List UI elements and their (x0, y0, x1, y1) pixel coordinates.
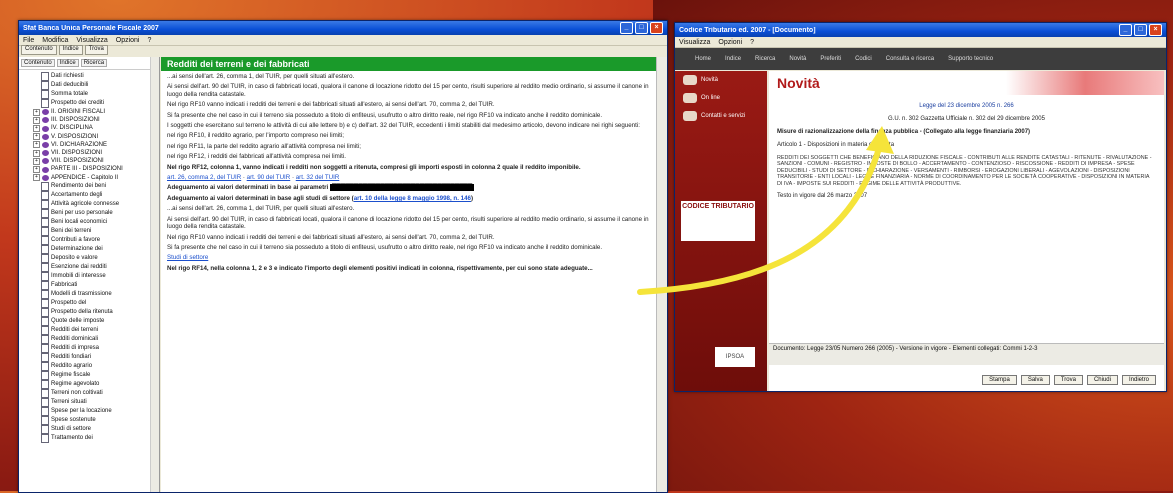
arrow-head-icon (866, 126, 894, 154)
arrow-curve (637, 142, 883, 295)
connection-arrow (637, 126, 894, 295)
